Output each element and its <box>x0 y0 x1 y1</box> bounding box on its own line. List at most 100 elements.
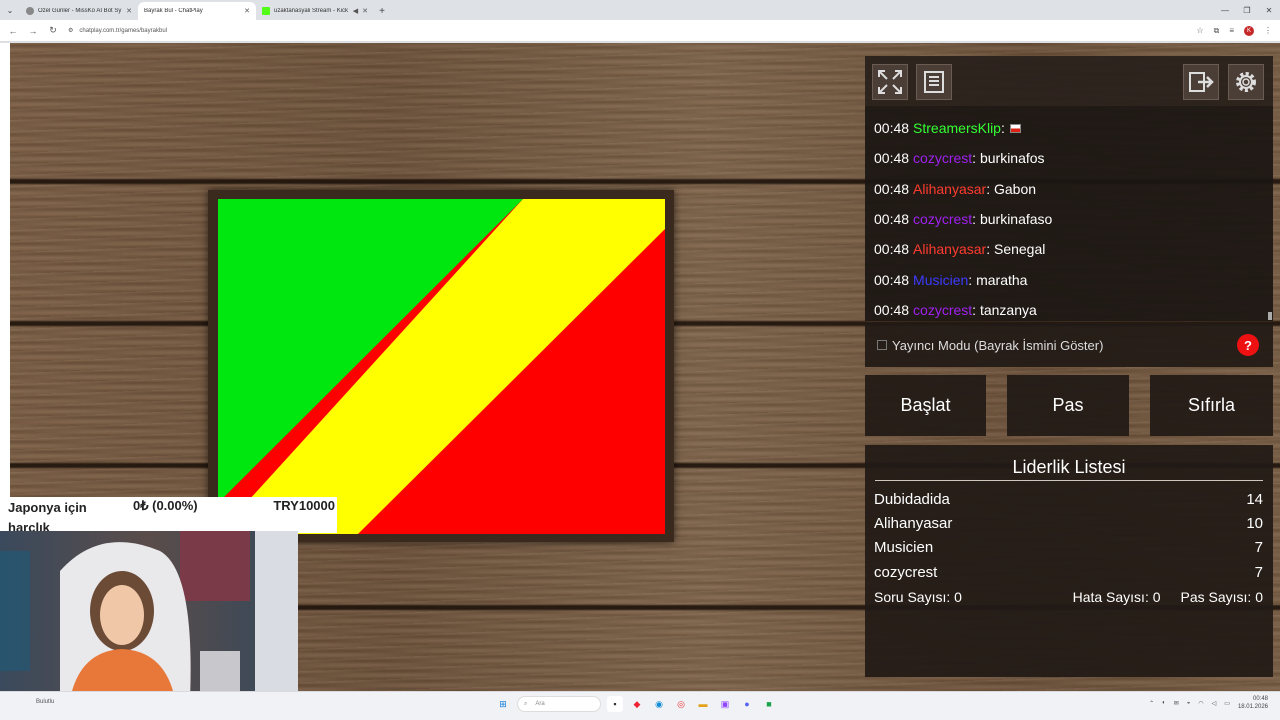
discord-icon[interactable]: ● <box>739 696 755 712</box>
system-clock[interactable]: 00:48 18.01.2026 <box>1238 695 1268 711</box>
tab-title: Özel Günler - MissKo AI Bot Sy… <box>38 8 123 14</box>
chat-feed: 00:48 StreamersKlip: 00:48 cozycrest: bu… <box>865 106 1273 321</box>
tab-close-icon[interactable]: ✕ <box>362 7 368 15</box>
chat-text: burkinafos <box>979 150 1045 167</box>
tray-app-icon[interactable]: ◐ <box>1162 700 1166 706</box>
chat-colon: : <box>972 301 980 318</box>
chat-message: 00:48 Alihanyasar: Senegal <box>865 234 1273 264</box>
donation-amount: 0₺ (0.00%) <box>133 498 198 513</box>
error-count: Hata Sayısı: 0 <box>1072 588 1161 605</box>
media-icon[interactable]: ≡ <box>1229 26 1234 35</box>
browser-tab-bar: ⌄ Özel Günler - MissKo AI Bot Sy… ✕ Bayr… <box>0 0 1280 116</box>
player-score: 7 <box>1254 563 1263 581</box>
profile-avatar[interactable]: K <box>1244 25 1254 36</box>
maximize-icon[interactable]: ❐ <box>1236 0 1258 20</box>
chat-message: 00:48 cozycrest: burkinafaso <box>865 204 1273 234</box>
chat-colon: : <box>1000 120 1005 137</box>
back-icon[interactable]: ← <box>8 26 18 36</box>
player-score: 7 <box>1254 539 1263 557</box>
reload-icon[interactable]: ↻ <box>48 25 58 36</box>
new-tab-button[interactable]: + <box>374 2 390 20</box>
start-menu-icon[interactable]: ⊞ <box>495 696 511 712</box>
question-count: Soru Sayısı: 0 <box>874 588 962 605</box>
tab-favicon-icon <box>26 7 34 15</box>
chat-text: tanzanya <box>979 301 1037 318</box>
chat-user: Alihanyasar <box>913 241 987 258</box>
streamer-mode-row: Yayıncı Modu (Bayrak İsmini Göster) <box>865 323 1273 367</box>
exit-button[interactable] <box>1183 64 1219 100</box>
chat-time: 00:48 <box>874 150 910 167</box>
minimize-icon[interactable]: — <box>1214 0 1236 20</box>
wifi-icon[interactable]: ◠ <box>1198 700 1203 707</box>
chat-time: 00:48 <box>874 301 910 318</box>
leaderboard-row: Dubidadida 14 <box>865 487 1273 511</box>
tray-app-icon[interactable]: ◒ <box>1187 700 1191 706</box>
url-field[interactable]: ⚙ chatplay.com.tr/games/bayrakbul <box>68 27 1186 35</box>
reset-button[interactable]: Sıfırla <box>1150 375 1273 436</box>
twitch-icon[interactable]: ▣ <box>717 696 733 712</box>
flag-emoji-icon <box>1009 123 1021 133</box>
search-icon: ⌕ <box>524 700 528 707</box>
leaderboard-row: Alihanyasar 10 <box>865 511 1273 535</box>
flag-image <box>218 199 665 534</box>
chat-colon: : <box>972 211 980 228</box>
forward-icon[interactable]: → <box>28 26 38 36</box>
close-window-icon[interactable]: ✕ <box>1258 0 1280 20</box>
chat-time: 00:48 <box>874 241 910 258</box>
taskbar-search[interactable]: ⌕ Ara <box>517 696 601 712</box>
help-button[interactable]: ? <box>1237 334 1259 356</box>
settings-button[interactable] <box>1228 64 1264 100</box>
fullscreen-button[interactable] <box>872 64 908 100</box>
list-button[interactable] <box>916 64 952 100</box>
start-button[interactable]: Başlat <box>865 375 986 436</box>
browser-menu-icon[interactable]: ⋮ <box>1264 26 1272 35</box>
chat-scrollbar[interactable] <box>1268 312 1272 320</box>
player-name: Dubidadida <box>874 490 950 508</box>
browser-tab-0[interactable]: Özel Günler - MissKo AI Bot Sy… ✕ <box>20 2 138 20</box>
task-view-icon[interactable]: ▪ <box>607 696 623 712</box>
volume-icon[interactable]: ◁ <box>1212 700 1217 707</box>
chrome-icon[interactable]: ◎ <box>673 696 689 712</box>
leaderboard-row: Musicien 7 <box>865 536 1273 560</box>
app2-icon[interactable]: ■ <box>761 696 777 712</box>
chat-colon: : <box>972 150 980 167</box>
site-info-icon[interactable]: ⚙ <box>68 27 73 34</box>
tab-search-icon[interactable]: ⌄ <box>0 0 20 20</box>
player-name: Musicien <box>874 539 934 557</box>
tab-close-icon[interactable]: ✕ <box>126 7 132 15</box>
tray-app-icon[interactable]: ✉ <box>1174 700 1179 707</box>
chat-text: Senegal <box>993 241 1046 258</box>
extensions-icon[interactable]: ⧉ <box>1214 26 1220 36</box>
tray-chevron-icon[interactable]: ⌃ <box>1149 700 1154 707</box>
battery-icon[interactable]: ▭ <box>1224 700 1230 707</box>
chat-user: Alihanyasar <box>913 180 987 197</box>
fullscreen-icon <box>878 70 902 94</box>
weather-widget[interactable]: Bulutlu <box>36 699 54 705</box>
leaderboard: Liderlik Listesi Dubidadida 14 Alihanyas… <box>865 445 1273 677</box>
webcam-image <box>0 531 298 699</box>
file-explorer-icon[interactable]: ▬ <box>695 696 711 712</box>
pass-button[interactable]: Pas <box>1007 375 1129 436</box>
leaderboard-title: Liderlik Listesi <box>1012 457 1126 477</box>
speaker-icon[interactable]: ◀ <box>353 7 358 15</box>
browser-tab-2[interactable]: uzaktanasyali Stream - Kick ◀ ✕ <box>256 2 374 20</box>
chat-user: StreamersKlip <box>913 120 1001 137</box>
tab-close-icon[interactable]: ✕ <box>244 7 250 15</box>
edge-icon[interactable]: ◉ <box>651 696 667 712</box>
app-icon[interactable]: ◆ <box>629 696 645 712</box>
chat-message: 00:48 Alihanyasar: Gabon <box>865 174 1273 204</box>
chat-user: cozycrest <box>913 211 973 228</box>
pass-count: Pas Sayısı: 0 <box>1180 588 1263 605</box>
clock-time: 00:48 <box>1252 696 1268 702</box>
clock-date: 18.01.2026 <box>1237 704 1268 710</box>
leaderboard-row: cozycrest 7 <box>865 560 1273 584</box>
streamer-mode-checkbox[interactable] <box>877 340 887 350</box>
chat-text: burkinafaso <box>979 211 1053 228</box>
webcam-feed <box>0 531 298 699</box>
chat-message: 00:48 cozycrest: tanzanya <box>865 295 1273 325</box>
player-name: cozycrest <box>874 563 938 581</box>
window-controls: — ❐ ✕ <box>1214 0 1280 20</box>
browser-tab-1[interactable]: Bayrak Bul - ChatPlay ✕ <box>138 2 1011 116</box>
bookmark-star-icon[interactable]: ☆ <box>1196 26 1203 35</box>
donation-goal: TRY10000 <box>273 498 335 513</box>
